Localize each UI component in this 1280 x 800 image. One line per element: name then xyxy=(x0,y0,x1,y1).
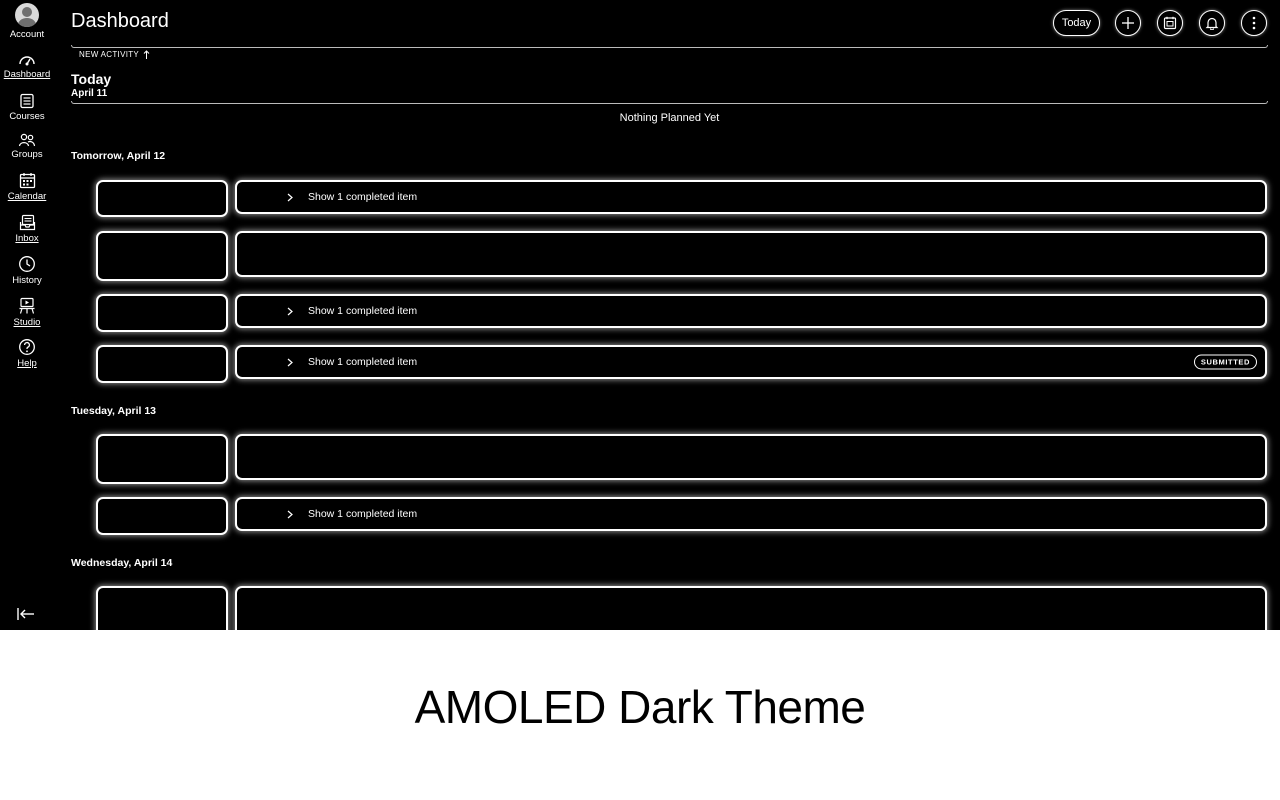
today-button[interactable]: Today xyxy=(1053,10,1100,36)
nothing-planned-message: Nothing Planned Yet xyxy=(619,112,720,124)
course-card[interactable] xyxy=(96,180,228,217)
nav-groups[interactable]: Groups xyxy=(0,133,54,160)
nav-studio[interactable]: Studio xyxy=(0,297,54,328)
day-heading: Wednesday, April 14 xyxy=(71,557,173,569)
today-date: April 11 xyxy=(71,88,108,99)
nav-history-label: History xyxy=(12,275,42,286)
day-heading: Tomorrow, April 12 xyxy=(71,150,166,162)
today-heading: Today xyxy=(71,71,112,87)
today-divider xyxy=(71,101,1268,104)
course-card[interactable] xyxy=(96,345,228,383)
nav-calendar[interactable]: Calendar xyxy=(0,172,54,202)
clock-icon xyxy=(19,256,35,272)
course-card[interactable] xyxy=(96,586,228,630)
chevron-right-icon xyxy=(287,510,293,518)
page-title: Dashboard xyxy=(71,10,169,32)
show-completed-label: Show 1 completed item xyxy=(308,191,418,203)
notifications-button[interactable] xyxy=(1199,10,1225,36)
nav-inbox-label: Inbox xyxy=(15,233,39,244)
add-item-button[interactable] xyxy=(1115,10,1141,36)
help-icon xyxy=(19,339,35,355)
show-completed-label: Show 1 completed item xyxy=(308,356,418,368)
global-navigation: Account Dashboard Courses Groups Calenda… xyxy=(0,0,54,630)
more-options-button[interactable] xyxy=(1241,10,1267,36)
nav-help-label: Help xyxy=(17,358,37,369)
nav-dashboard[interactable]: Dashboard xyxy=(0,53,54,80)
planner-item: Show 1 completed item xyxy=(235,294,1267,328)
nav-calendar-label: Calendar xyxy=(7,191,47,202)
chevron-right-icon xyxy=(287,307,293,315)
show-completed-label: Show 1 completed item xyxy=(308,305,418,317)
show-completed-toggle[interactable]: Show 1 completed item xyxy=(287,191,417,203)
weekly-view-button[interactable] xyxy=(1157,10,1183,36)
studio-icon xyxy=(19,297,35,314)
plus-icon xyxy=(1122,17,1134,29)
planner-item: Show 1 completed item SUBMITTED xyxy=(235,345,1267,379)
course-card[interactable] xyxy=(96,294,228,332)
arrow-up-icon xyxy=(143,50,150,59)
kebab-menu-icon xyxy=(1252,16,1256,30)
course-card[interactable] xyxy=(96,231,228,281)
planner-item: Show 1 completed item xyxy=(235,497,1267,531)
show-completed-toggle[interactable]: Show 1 completed item xyxy=(287,305,417,317)
caption-text: AMOLED Dark Theme xyxy=(414,681,866,733)
course-card[interactable] xyxy=(96,497,228,535)
planner-item: Show 1 completed item xyxy=(235,180,1267,214)
nav-groups-label: Groups xyxy=(11,149,43,160)
app-window: Account Dashboard Courses Groups Calenda… xyxy=(0,0,1280,630)
planner-item[interactable] xyxy=(235,434,1267,480)
nav-account[interactable]: Account xyxy=(0,3,54,40)
new-activity-link[interactable]: NEW ACTIVITY xyxy=(79,50,150,59)
dashboard-icon xyxy=(19,56,35,66)
header-divider xyxy=(71,45,1268,48)
course-card[interactable] xyxy=(96,434,228,484)
planner-item[interactable] xyxy=(235,231,1267,277)
nav-help[interactable]: Help xyxy=(0,338,54,369)
show-completed-toggle[interactable]: Show 1 completed item xyxy=(287,508,417,520)
show-completed-label: Show 1 completed item xyxy=(308,508,418,520)
nav-dashboard-label: Dashboard xyxy=(3,69,51,80)
caption-banner: AMOLED Dark Theme xyxy=(0,630,1280,800)
bell-icon xyxy=(1205,17,1219,30)
today-button-label: Today xyxy=(1061,17,1092,29)
groups-icon xyxy=(18,133,36,147)
planner-item[interactable] xyxy=(235,586,1267,630)
new-activity-label: NEW ACTIVITY xyxy=(79,50,140,59)
chevron-right-icon xyxy=(287,358,293,366)
nav-courses-label: Courses xyxy=(9,111,45,122)
chevron-right-icon xyxy=(287,193,293,201)
nav-history[interactable]: History xyxy=(0,255,54,286)
calendar-icon xyxy=(19,173,35,189)
day-heading: Tuesday, April 13 xyxy=(71,405,156,417)
nav-inbox[interactable]: Inbox xyxy=(0,214,54,244)
nav-account-label: Account xyxy=(9,29,45,40)
nav-studio-label: Studio xyxy=(13,317,41,328)
planner-icon xyxy=(1163,16,1177,30)
avatar xyxy=(15,3,39,27)
submitted-badge: SUBMITTED xyxy=(1193,354,1257,370)
show-completed-toggle[interactable]: Show 1 completed item xyxy=(287,356,417,368)
collapse-nav-icon[interactable] xyxy=(16,606,36,622)
courses-icon xyxy=(20,93,34,109)
inbox-icon xyxy=(19,214,35,231)
nav-courses[interactable]: Courses xyxy=(0,93,54,122)
